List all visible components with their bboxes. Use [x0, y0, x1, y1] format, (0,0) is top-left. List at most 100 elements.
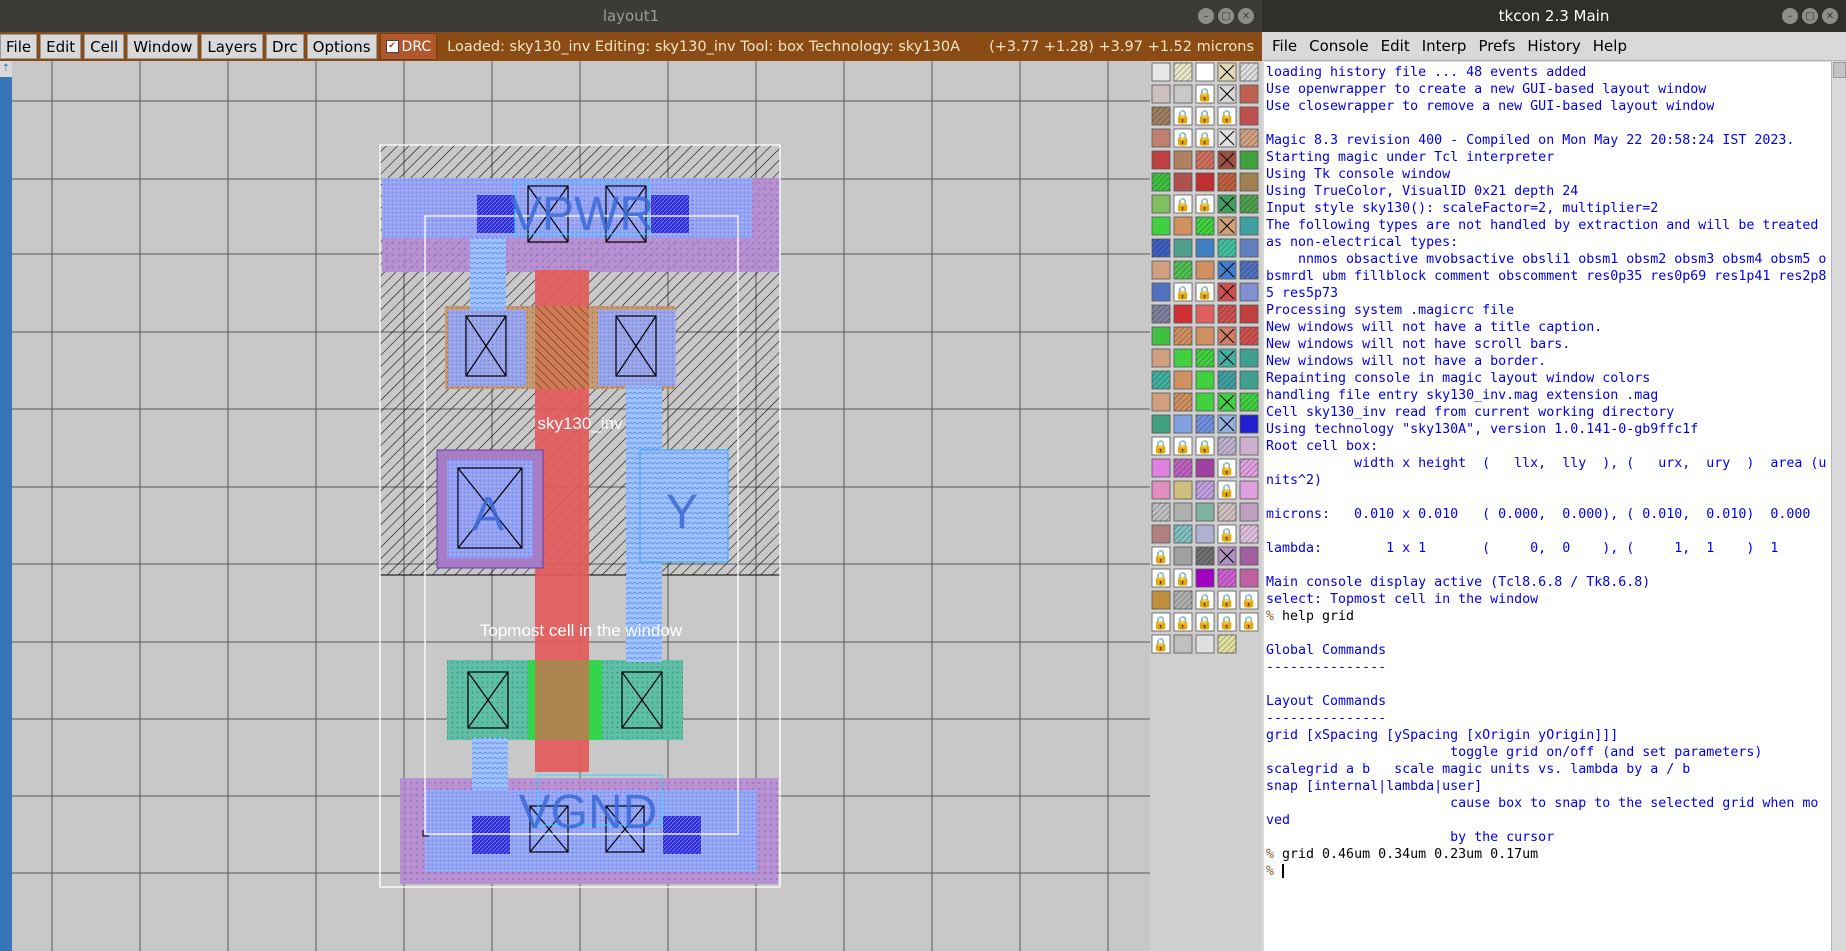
layer-swatch[interactable] — [1195, 150, 1215, 170]
layer-swatch[interactable] — [1239, 282, 1259, 302]
layer-swatch[interactable] — [1151, 238, 1171, 258]
menu-file[interactable]: File — [0, 34, 38, 59]
layer-swatch[interactable]: 🔒 — [1173, 128, 1193, 148]
layer-swatch[interactable] — [1217, 282, 1237, 302]
layer-swatch[interactable] — [1239, 546, 1259, 566]
layer-swatch[interactable] — [1151, 84, 1171, 104]
layer-swatch[interactable]: 🔒 — [1195, 128, 1215, 148]
close-icon[interactable]: ✕ — [1822, 8, 1838, 24]
layer-swatch[interactable] — [1217, 304, 1237, 324]
layer-swatch[interactable] — [1173, 546, 1193, 566]
layer-swatch[interactable] — [1151, 128, 1171, 148]
layer-palette[interactable]: 🔒 🔒 🔒 🔒 🔒 🔒 🔒 🔒 🔒 🔒 🔒 🔒 🔒 🔒 🔒 🔒 🔒 🔒 🔒 🔒 🔒 🔒 🔒 🔒 🔒 🔒 🔒 🔒 — [1150, 61, 1262, 951]
layer-swatch[interactable]: 🔒 — [1151, 568, 1171, 588]
layer-swatch[interactable]: 🔒 — [1195, 194, 1215, 214]
layer-swatch[interactable] — [1239, 172, 1259, 192]
layer-swatch[interactable]: 🔒 — [1151, 546, 1171, 566]
layer-swatch[interactable] — [1173, 392, 1193, 412]
layer-swatch[interactable]: 🔒 — [1151, 612, 1171, 632]
menu-cell[interactable]: Cell — [84, 34, 125, 59]
layer-swatch[interactable] — [1195, 172, 1215, 192]
menu-edit[interactable]: Edit — [40, 34, 82, 59]
layer-swatch[interactable]: 🔒 — [1173, 282, 1193, 302]
layer-swatch[interactable] — [1151, 304, 1171, 324]
layer-swatch[interactable] — [1239, 62, 1259, 82]
layer-swatch[interactable] — [1217, 370, 1237, 390]
layer-swatch[interactable] — [1195, 260, 1215, 280]
layer-swatch[interactable] — [1217, 414, 1237, 434]
maximize-icon[interactable]: □ — [1218, 8, 1234, 24]
tk-menu-history[interactable]: History — [1521, 37, 1586, 55]
layer-swatch[interactable] — [1151, 480, 1171, 500]
minimize-icon[interactable]: – — [1782, 8, 1798, 24]
layer-swatch[interactable] — [1173, 480, 1193, 500]
layer-swatch[interactable] — [1151, 524, 1171, 544]
layer-swatch[interactable]: 🔒 — [1239, 590, 1259, 610]
layer-swatch[interactable]: 🔒 — [1217, 480, 1237, 500]
layer-swatch[interactable] — [1239, 480, 1259, 500]
layer-swatch[interactable] — [1173, 370, 1193, 390]
layer-swatch[interactable] — [1195, 458, 1215, 478]
layer-swatch[interactable]: 🔒 — [1217, 458, 1237, 478]
layer-swatch[interactable] — [1173, 634, 1193, 654]
layer-swatch[interactable] — [1217, 568, 1237, 588]
layer-swatch[interactable]: 🔒 — [1195, 84, 1215, 104]
layer-swatch[interactable] — [1195, 326, 1215, 346]
layer-swatch[interactable] — [1173, 238, 1193, 258]
layer-swatch[interactable] — [1217, 216, 1237, 236]
layer-swatch[interactable] — [1151, 194, 1171, 214]
layer-swatch[interactable] — [1195, 216, 1215, 236]
layer-swatch[interactable]: 🔒 — [1173, 436, 1193, 456]
layer-swatch[interactable] — [1217, 546, 1237, 566]
layer-swatch[interactable]: 🔒 — [1151, 634, 1171, 654]
layer-swatch[interactable] — [1173, 150, 1193, 170]
layer-swatch[interactable] — [1239, 348, 1259, 368]
layer-swatch[interactable]: 🔒 — [1173, 612, 1193, 632]
layer-swatch[interactable] — [1239, 414, 1259, 434]
layer-swatch[interactable]: 🔒 — [1217, 524, 1237, 544]
close-icon[interactable]: ✕ — [1238, 8, 1254, 24]
layer-swatch[interactable] — [1239, 458, 1259, 478]
layer-swatch[interactable] — [1239, 106, 1259, 126]
tk-menu-help[interactable]: Help — [1587, 37, 1633, 55]
layer-swatch[interactable]: 🔒 — [1195, 436, 1215, 456]
left-scroll-strip[interactable]: ⇡ — [0, 61, 12, 951]
tk-menu-console[interactable]: Console — [1303, 37, 1375, 55]
layer-swatch[interactable] — [1195, 568, 1215, 588]
layer-swatch[interactable] — [1195, 634, 1215, 654]
layer-swatch[interactable] — [1151, 392, 1171, 412]
console-scrollbar[interactable] — [1831, 62, 1846, 951]
layer-swatch[interactable] — [1173, 172, 1193, 192]
menu-options[interactable]: Options — [306, 34, 377, 59]
drc-toggle[interactable]: ✔ DRC — [379, 33, 438, 60]
layer-swatch[interactable] — [1239, 568, 1259, 588]
layer-swatch[interactable] — [1195, 524, 1215, 544]
layer-swatch[interactable] — [1195, 414, 1215, 434]
text-cursor[interactable] — [1282, 864, 1285, 878]
layer-swatch[interactable] — [1239, 502, 1259, 522]
tk-menu-edit[interactable]: Edit — [1375, 37, 1416, 55]
layer-swatch[interactable] — [1239, 150, 1259, 170]
menu-layers[interactable]: Layers — [201, 34, 264, 59]
layer-swatch[interactable] — [1239, 436, 1259, 456]
layer-swatch[interactable] — [1217, 150, 1237, 170]
layer-swatch[interactable] — [1217, 392, 1237, 412]
layer-swatch[interactable] — [1151, 282, 1171, 302]
layer-swatch[interactable] — [1173, 590, 1193, 610]
layer-swatch[interactable] — [1173, 84, 1193, 104]
layer-swatch[interactable] — [1217, 348, 1237, 368]
layer-swatch[interactable] — [1217, 62, 1237, 82]
layer-swatch[interactable] — [1195, 546, 1215, 566]
layer-swatch[interactable] — [1173, 326, 1193, 346]
tkcon-titlebar[interactable]: tkcon 2.3 Main – □ ✕ — [1262, 0, 1846, 32]
layer-swatch[interactable] — [1151, 62, 1171, 82]
layer-swatch[interactable] — [1239, 370, 1259, 390]
layer-swatch[interactable] — [1217, 436, 1237, 456]
layer-swatch[interactable] — [1195, 480, 1215, 500]
layer-swatch[interactable] — [1151, 458, 1171, 478]
layer-swatch[interactable] — [1151, 150, 1171, 170]
tk-menu-file[interactable]: File — [1266, 37, 1303, 55]
layer-swatch[interactable] — [1151, 590, 1171, 610]
layer-swatch[interactable] — [1173, 414, 1193, 434]
up-arrow-icon[interactable]: ⇡ — [0, 61, 12, 77]
